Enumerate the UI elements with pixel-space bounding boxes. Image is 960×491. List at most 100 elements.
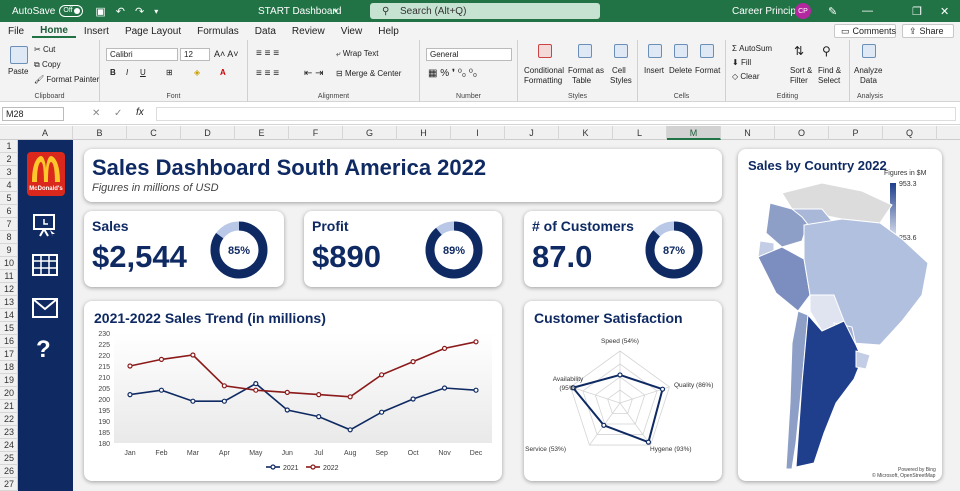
font-grow-icon[interactable]: A˄ A˅ (214, 49, 239, 59)
row-header[interactable]: 4 (0, 179, 18, 192)
row-header[interactable]: 8 (0, 231, 18, 244)
row-header[interactable]: 11 (0, 270, 18, 283)
format-table-icon[interactable] (578, 44, 592, 58)
find-select-icon[interactable]: ⚲ (822, 44, 831, 58)
column-header[interactable]: L (613, 126, 667, 140)
presentation-icon[interactable] (32, 212, 58, 241)
tab-help[interactable]: Help (370, 26, 407, 37)
sort-filter-label2[interactable]: Filter (790, 76, 808, 85)
row-header[interactable]: 1 (0, 140, 18, 153)
row-header[interactable]: 14 (0, 309, 18, 322)
paste-button[interactable]: Paste (8, 67, 28, 76)
row-header[interactable]: 24 (0, 439, 18, 452)
insert-function-icon[interactable]: fx (136, 107, 144, 118)
tab-view[interactable]: View (333, 26, 371, 37)
row-header[interactable]: 10 (0, 257, 18, 270)
search-box[interactable]: ⚲ Search (Alt+Q) (370, 3, 600, 19)
mail-icon[interactable] (32, 298, 58, 321)
fill-color-icon[interactable]: ◈ (194, 68, 200, 77)
column-header[interactable]: N (721, 126, 775, 140)
row-header[interactable]: 6 (0, 205, 18, 218)
clear-button[interactable]: ◇ Clear (732, 72, 760, 81)
avatar[interactable]: CP (795, 3, 811, 19)
save-icon[interactable]: ▣ (95, 5, 105, 18)
sort-filter-icon[interactable]: ⇅ (794, 44, 804, 58)
cell-styles-icon[interactable] (614, 44, 628, 58)
font-name-select[interactable]: Calibri (106, 48, 178, 61)
enter-formula-icon[interactable]: ✓ (114, 108, 122, 119)
row-header[interactable]: 3 (0, 166, 18, 179)
row-header[interactable]: 20 (0, 387, 18, 400)
autosave-toggle[interactable]: Off (59, 5, 84, 17)
row-header[interactable]: 23 (0, 426, 18, 439)
align-top-icon[interactable]: ≡ ≡ ≡ (256, 48, 279, 59)
paste-icon[interactable] (10, 46, 28, 64)
comments-button[interactable]: ▭ Comments (834, 24, 896, 38)
font-color-icon[interactable]: A (220, 68, 226, 77)
row-header[interactable]: 19 (0, 374, 18, 387)
insert-cells-button[interactable]: Insert (644, 66, 664, 75)
help-icon[interactable]: ? (36, 336, 51, 364)
font-size-select[interactable]: 12 (180, 48, 210, 61)
column-header[interactable]: D (181, 126, 235, 140)
analyze-data-label2[interactable]: Data (860, 76, 877, 85)
borders-icon[interactable]: ⊞ (166, 68, 173, 77)
tab-review[interactable]: Review (284, 26, 333, 37)
conditional-formatting-button[interactable]: Conditional (524, 66, 564, 75)
row-header[interactable]: 26 (0, 465, 18, 478)
format-cells-button[interactable]: Format (695, 66, 720, 75)
row-header[interactable]: 5 (0, 192, 18, 205)
wrap-text-button[interactable]: ⤶ Wrap Text (336, 49, 378, 59)
column-header[interactable]: Q (883, 126, 937, 140)
fill-button[interactable]: ⬇ Fill (732, 58, 751, 67)
copy-button[interactable]: ⧉ Copy (34, 60, 61, 70)
conditional-formatting-icon[interactable] (538, 44, 552, 58)
close-icon[interactable]: ✕ (940, 5, 949, 18)
name-box[interactable]: M28 (2, 107, 64, 121)
column-header[interactable]: G (343, 126, 397, 140)
column-header[interactable]: A (18, 126, 73, 140)
accounting-icon[interactable]: ▦ % ❜ ⁰₀ ⁰₀ (428, 68, 477, 79)
italic-button[interactable]: I (126, 68, 128, 77)
row-header[interactable]: 15 (0, 322, 18, 335)
row-header[interactable]: 22 (0, 413, 18, 426)
row-header[interactable]: 12 (0, 283, 18, 296)
row-header[interactable]: 9 (0, 244, 18, 257)
row-header[interactable]: 25 (0, 452, 18, 465)
delete-cells-icon[interactable] (674, 44, 688, 58)
undo-icon[interactable]: ↶ (116, 5, 125, 18)
column-header[interactable]: M (667, 126, 721, 140)
cut-button[interactable]: ✂ Cut (34, 45, 55, 54)
autosum-button[interactable]: Σ AutoSum (732, 44, 772, 53)
format-table-label2[interactable]: Table (572, 76, 591, 85)
column-header[interactable]: I (451, 126, 505, 140)
tab-home[interactable]: Home (32, 25, 76, 38)
cancel-formula-icon[interactable]: ✕ (92, 108, 100, 119)
format-table-button[interactable]: Format as (568, 66, 604, 75)
column-header[interactable]: B (73, 126, 127, 140)
sort-filter-button[interactable]: Sort & (790, 66, 812, 75)
indent-icon[interactable]: ⇤ ⇥ (304, 68, 324, 79)
find-select-label2[interactable]: Select (818, 76, 840, 85)
row-header[interactable]: 13 (0, 296, 18, 309)
column-header[interactable]: K (559, 126, 613, 140)
column-header[interactable]: E (235, 126, 289, 140)
pen-icon[interactable]: ✎ (828, 5, 837, 18)
tab-file[interactable]: File (0, 26, 32, 37)
redo-icon[interactable]: ↷ (135, 5, 144, 18)
minimize-icon[interactable]: — (862, 5, 873, 17)
share-button[interactable]: ⇪ Share (902, 24, 954, 38)
formula-input[interactable] (156, 107, 956, 121)
analyze-data-icon[interactable] (862, 44, 876, 58)
row-header[interactable]: 18 (0, 361, 18, 374)
format-painter-button[interactable]: 🖌 Format Painter (34, 75, 99, 84)
column-header[interactable]: C (127, 126, 181, 140)
row-header[interactable]: 27 (0, 478, 18, 491)
title-chevron-icon[interactable]: ▾ (334, 7, 338, 15)
tab-insert[interactable]: Insert (76, 26, 117, 37)
table-icon[interactable] (32, 254, 58, 279)
cell-styles-button[interactable]: Cell (612, 66, 626, 75)
conditional-formatting-label2[interactable]: Formatting (524, 76, 562, 85)
row-header[interactable]: 21 (0, 400, 18, 413)
underline-button[interactable]: U (140, 68, 146, 77)
